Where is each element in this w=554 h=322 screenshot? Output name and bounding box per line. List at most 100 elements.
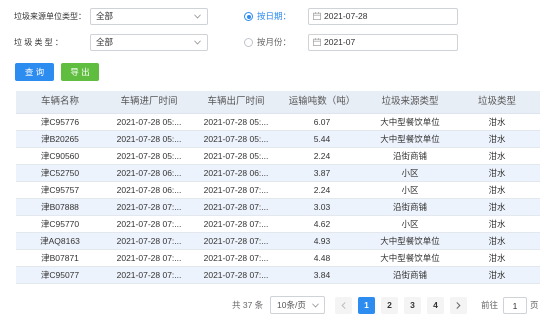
cell-tonnage: 2.24 <box>313 185 331 195</box>
cell-tonnage: 4.62 <box>313 219 331 229</box>
page-button-3[interactable]: 3 <box>404 297 421 314</box>
table-row: 津C90560 2021-07-28 05:... 2021-07-28 05:… <box>16 148 540 165</box>
cell-garbage-type: 泔水 <box>488 151 506 161</box>
cell-exit-time: 2021-07-28 07:... <box>203 185 269 195</box>
cell-tonnage: 3.87 <box>313 168 331 178</box>
cell-source-type: 大中型餐饮单位 <box>380 253 440 263</box>
garbage-type-value: 全部 <box>96 37 114 47</box>
cell-exit-time: 2021-07-28 07:... <box>203 219 269 229</box>
cell-vehicle-name: 津C95770 <box>40 219 80 229</box>
source-type-value: 全部 <box>96 11 114 21</box>
cell-entry-time: 2021-07-28 05:... <box>116 117 182 127</box>
cell-entry-time: 2021-07-28 06:... <box>116 168 182 178</box>
cell-entry-time: 2021-07-28 05:... <box>116 134 182 144</box>
cell-tonnage: 5.44 <box>313 134 331 144</box>
cell-garbage-type: 泔水 <box>488 219 506 229</box>
radio-icon[interactable] <box>244 12 253 21</box>
cell-vehicle-name: 津C95757 <box>40 185 80 195</box>
cell-source-type: 小区 <box>401 168 419 178</box>
table-row: 津C95077 2021-07-28 07:... 2021-07-28 07:… <box>16 267 540 284</box>
cell-entry-time: 2021-07-28 07:... <box>116 202 182 212</box>
data-table: 车辆名称 车辆进厂时间 车辆出厂时间 运输吨数（吨） 垃圾来源类型 垃圾类型 津… <box>16 91 540 284</box>
page-button-2[interactable]: 2 <box>381 297 398 314</box>
cell-garbage-type: 泔水 <box>488 202 506 212</box>
by-month-label: 按月份： <box>257 37 292 47</box>
cell-vehicle-name: 津C95776 <box>40 117 80 127</box>
chevron-down-icon <box>312 303 319 308</box>
cell-garbage-type: 泔水 <box>488 185 506 195</box>
cell-garbage-type: 泔水 <box>488 168 506 178</box>
table-row: 津C95776 2021-07-28 05:... 2021-07-28 05:… <box>16 114 540 131</box>
page-button-4[interactable]: 4 <box>427 297 444 314</box>
cell-vehicle-name: 津B07871 <box>41 253 79 263</box>
cell-entry-time: 2021-07-28 07:... <box>116 219 182 229</box>
by-date-label: 按日期： <box>257 11 292 21</box>
cell-garbage-type: 泔水 <box>488 253 506 263</box>
cell-source-type: 小区 <box>401 219 419 229</box>
date-picker-input[interactable]: 2021-07-28 <box>308 8 458 25</box>
column-header-entry-time: 车辆进厂时间 <box>120 96 178 107</box>
table-row: 津C95770 2021-07-28 07:... 2021-07-28 07:… <box>16 216 540 233</box>
cell-tonnage: 4.48 <box>313 253 331 263</box>
table-row: 津AQ8163 2021-07-28 07:... 2021-07-28 07:… <box>16 233 540 250</box>
cell-garbage-type: 泔水 <box>488 134 506 144</box>
table-header: 车辆名称 车辆进厂时间 车辆出厂时间 运输吨数（吨） 垃圾来源类型 垃圾类型 <box>16 91 540 114</box>
cell-tonnage: 3.03 <box>313 202 331 212</box>
by-date-radio[interactable]: 按日期： <box>244 8 304 25</box>
goto-label: 前往 <box>481 300 499 310</box>
export-button[interactable]: 导 出 <box>61 63 99 81</box>
next-page-button[interactable] <box>450 297 467 314</box>
chevron-down-icon <box>194 14 201 19</box>
cell-garbage-type: 泔水 <box>488 236 506 246</box>
cell-vehicle-name: 津C95077 <box>40 270 80 280</box>
goto-suffix: 页 <box>530 300 539 310</box>
prev-page-button[interactable] <box>335 297 352 314</box>
cell-vehicle-name: 津B07888 <box>41 202 79 212</box>
cell-vehicle-name: 津C52750 <box>40 168 80 178</box>
garbage-type-select[interactable]: 全部 <box>90 34 208 51</box>
cell-tonnage: 2.24 <box>313 151 331 161</box>
table-row: 津C52750 2021-07-28 06:... 2021-07-28 06:… <box>16 165 540 182</box>
chevron-right-icon <box>456 302 461 309</box>
cell-source-type: 大中型餐饮单位 <box>380 134 440 144</box>
cell-source-type: 小区 <box>401 185 419 195</box>
cell-source-type: 沿街商铺 <box>392 270 427 280</box>
chevron-left-icon <box>341 302 346 309</box>
chevron-down-icon <box>194 40 201 45</box>
radio-icon[interactable] <box>244 38 253 47</box>
cell-vehicle-name: 津AQ8163 <box>40 236 80 246</box>
calendar-icon <box>313 38 321 46</box>
column-header-exit-time: 车辆出厂时间 <box>207 96 265 107</box>
table-row: 津B07888 2021-07-28 07:... 2021-07-28 07:… <box>16 199 540 216</box>
table-row: 津B07871 2021-07-28 07:... 2021-07-28 07:… <box>16 250 540 267</box>
page-size-select[interactable]: 10条/页 <box>270 296 325 314</box>
goto-page-input[interactable] <box>503 297 527 314</box>
date-value: 2021-07-28 <box>324 11 368 21</box>
cell-entry-time: 2021-07-28 06:... <box>116 185 182 195</box>
garbage-type-label: 垃 圾 类 型 ： <box>14 38 63 47</box>
cell-source-type: 大中型餐饮单位 <box>380 236 440 246</box>
cell-exit-time: 2021-07-28 07:... <box>203 270 269 280</box>
cell-vehicle-name: 津C90560 <box>40 151 80 161</box>
by-month-radio[interactable]: 按月份： <box>244 34 304 51</box>
month-picker-input[interactable]: 2021-07 <box>308 34 458 51</box>
cell-entry-time: 2021-07-28 07:... <box>116 253 182 263</box>
cell-exit-time: 2021-07-28 05:... <box>203 117 269 127</box>
cell-exit-time: 2021-07-28 07:... <box>203 202 269 212</box>
cell-garbage-type: 泔水 <box>488 270 506 280</box>
table-row: 津C95757 2021-07-28 06:... 2021-07-28 07:… <box>16 182 540 199</box>
cell-tonnage: 4.93 <box>313 236 331 246</box>
query-button[interactable]: 查 询 <box>15 63 54 81</box>
column-header-garbage-type: 垃圾类型 <box>477 96 516 107</box>
cell-exit-time: 2021-07-28 06:... <box>203 168 269 178</box>
cell-vehicle-name: 津B20265 <box>41 134 79 144</box>
cell-source-type: 沿街商铺 <box>392 151 427 161</box>
cell-source-type: 沿街商铺 <box>392 202 427 212</box>
source-type-select[interactable]: 全部 <box>90 8 208 25</box>
cell-garbage-type: 泔水 <box>488 117 506 127</box>
page-button-1[interactable]: 1 <box>358 297 375 314</box>
cell-exit-time: 2021-07-28 05:... <box>203 134 269 144</box>
cell-entry-time: 2021-07-28 05:... <box>116 151 182 161</box>
column-header-source-type: 垃圾来源类型 <box>381 96 439 107</box>
table-row: 津B20265 2021-07-28 05:... 2021-07-28 05:… <box>16 131 540 148</box>
